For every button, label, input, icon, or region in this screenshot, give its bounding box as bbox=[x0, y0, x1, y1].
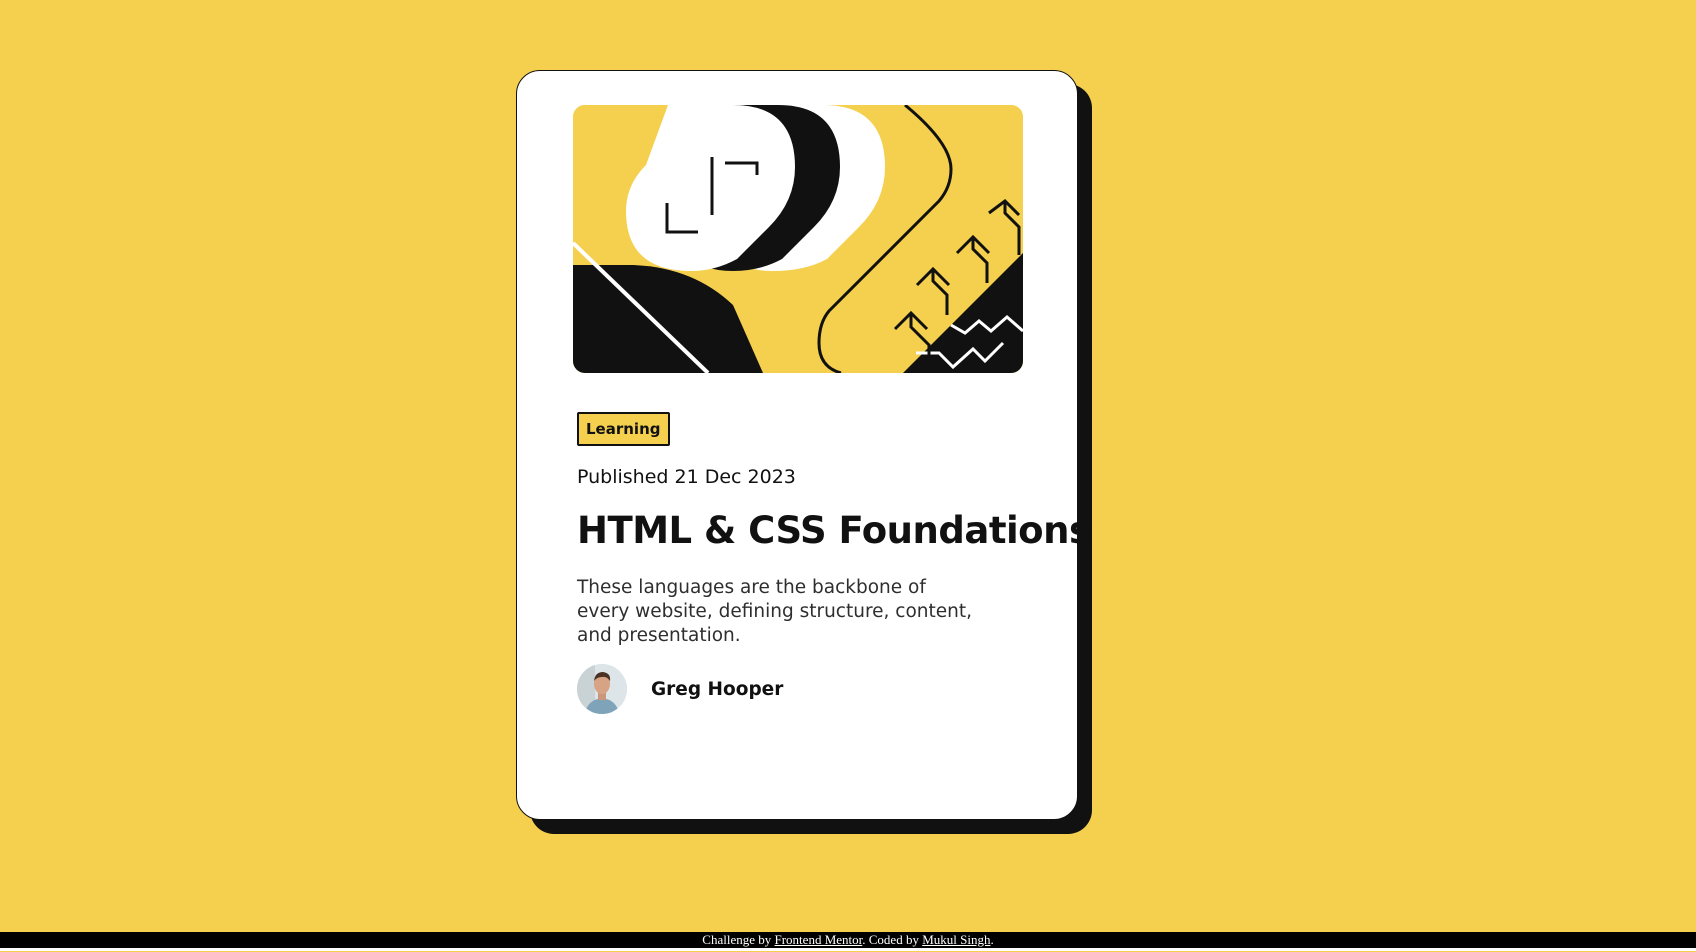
avatar bbox=[577, 664, 627, 714]
category-tag: Learning bbox=[577, 412, 670, 446]
author-link[interactable]: Mukul Singh bbox=[922, 932, 990, 947]
user-photo-icon bbox=[577, 664, 627, 714]
published-date: Published 21 Dec 2023 bbox=[577, 466, 796, 488]
frontend-mentor-link[interactable]: Frontend Mentor bbox=[775, 932, 863, 947]
footer-middle: . Coded by bbox=[862, 932, 923, 947]
blog-preview-card: Learning Published 21 Dec 2023 HTML & CS… bbox=[516, 70, 1091, 820]
attribution-footer: Challenge by Frontend Mentor. Coded by M… bbox=[0, 932, 1696, 951]
footer-suffix: . bbox=[990, 932, 994, 947]
card-description: These languages are the backbone of ever… bbox=[577, 577, 972, 646]
author-name: Greg Hooper bbox=[651, 678, 784, 700]
author: Greg Hooper bbox=[577, 664, 783, 714]
hero-illustration bbox=[573, 105, 1023, 373]
abstract-illustration-icon bbox=[573, 105, 1023, 373]
card-title[interactable]: HTML & CSS Foundations bbox=[577, 509, 1091, 552]
footer-prefix: Challenge by bbox=[702, 932, 775, 947]
